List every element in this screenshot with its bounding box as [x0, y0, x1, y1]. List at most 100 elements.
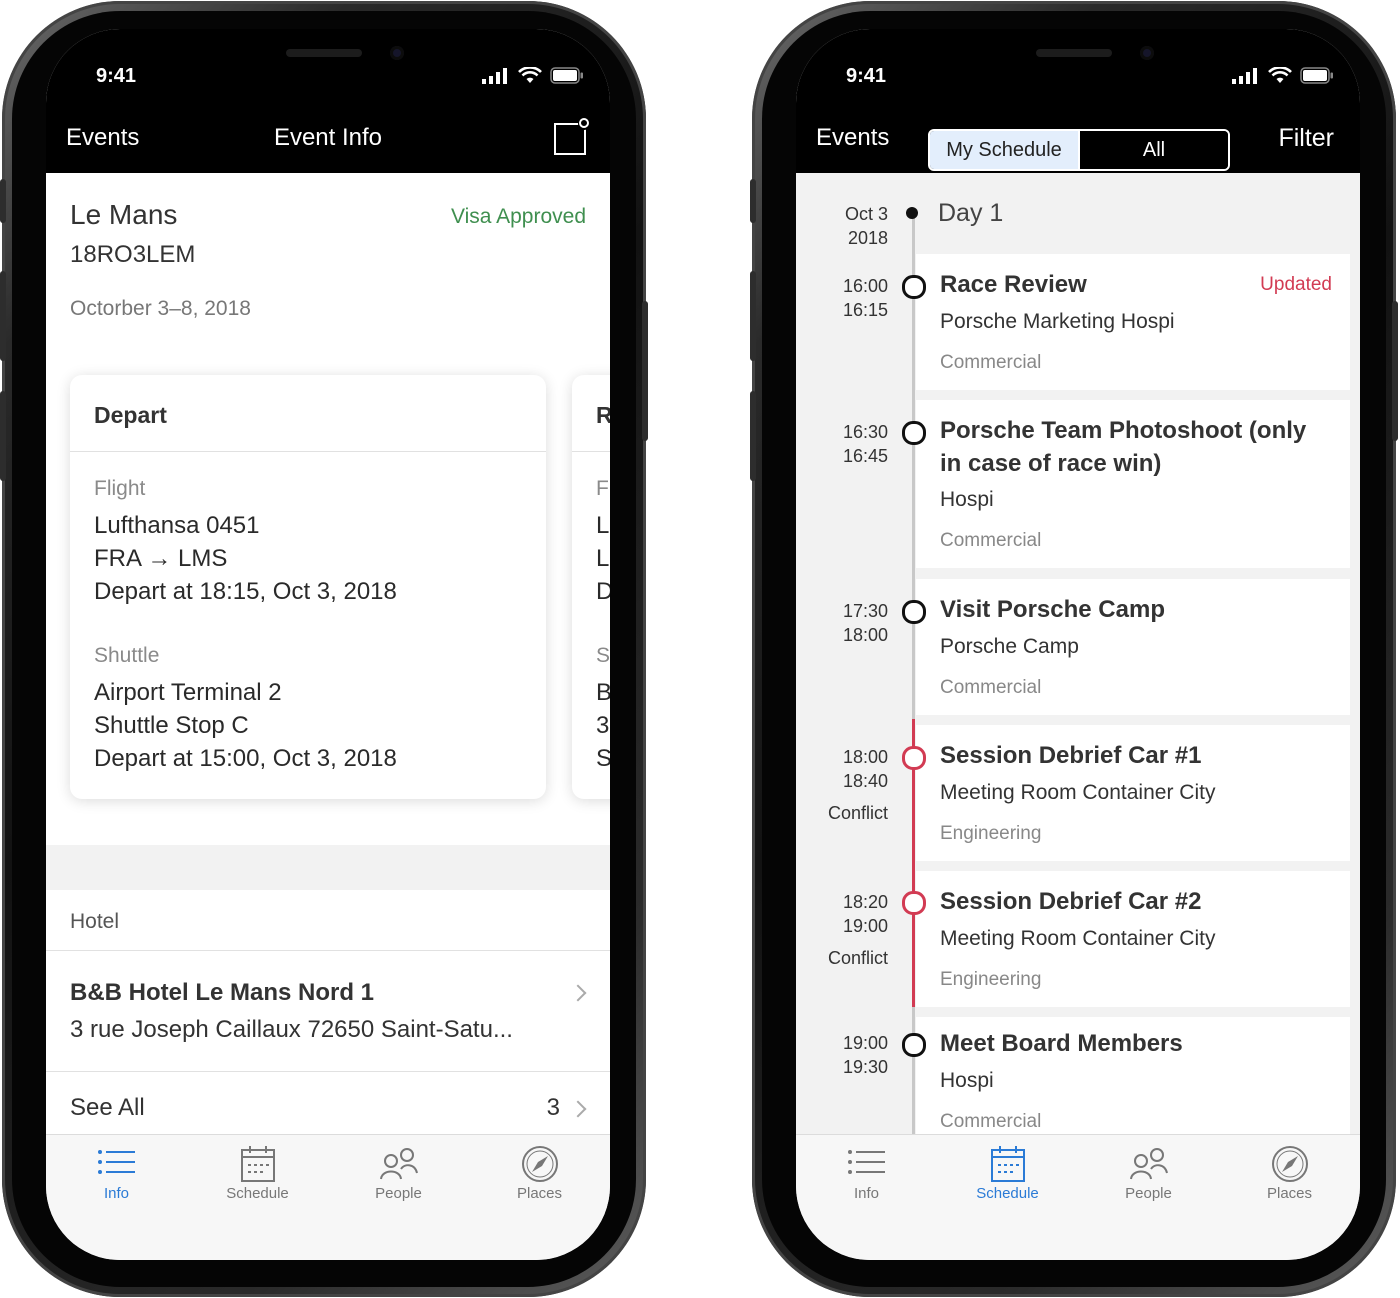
item-location: Meeting Room Container City [940, 927, 1216, 950]
flight-label: F [596, 477, 609, 500]
tab-info[interactable]: Info [796, 1135, 937, 1260]
hotel-section: Hotel B&B Hotel Le Mans Nord 1 3 rue Jos… [46, 890, 610, 1134]
filter-button[interactable]: Filter [1278, 124, 1334, 153]
shuttle-line: Airport Terminal 2 [94, 679, 282, 706]
hotel-name: B&B Hotel Le Mans Nord 1 [70, 979, 375, 1006]
item-start: 17:30 [842, 601, 888, 621]
tab-label: Schedule [976, 1185, 1039, 1202]
item-title: Porsche Team Photoshoot (only [940, 417, 1307, 444]
nav-bar: Events Event Info [46, 117, 610, 173]
item-end: 16:45 [842, 446, 888, 466]
tab-label: Info [103, 1185, 130, 1202]
item-end: 18:40 [842, 771, 888, 791]
phone-right: 9:41 Events My Schedule All Filter Oct 3… [750, 1, 1398, 1297]
flight-line: D [596, 578, 610, 605]
notch [170, 29, 486, 85]
people-icon [1129, 1148, 1168, 1180]
shuttle-line: Shuttle Stop C [94, 712, 249, 739]
schedule-item[interactable]: Session Debrief Car #1 Meeting Room Cont… [916, 725, 1350, 861]
event-summary: Le Mans 18RO3LEM Visa Approved Octorber … [46, 173, 610, 845]
item-end: 16:15 [842, 300, 888, 320]
event-name: Le Mans [70, 199, 178, 230]
phone-left: 9:41 Events Event Info Le Mans 18RO3LEM … [0, 1, 648, 1297]
people-icon [379, 1148, 418, 1180]
notch [920, 29, 1236, 85]
schedule-item[interactable]: Porsche Team Photoshoot (only in case of… [916, 400, 1350, 568]
tab-schedule[interactable]: Schedule [937, 1135, 1078, 1260]
tab-label: Schedule [226, 1185, 289, 1202]
conflict-label: Conflict [827, 803, 888, 823]
tab-places[interactable]: Places [469, 1135, 610, 1260]
tab-places[interactable]: Places [1219, 1135, 1360, 1260]
tab-bar: Info Schedule People Places [46, 1134, 610, 1260]
events-back-button[interactable]: Events [816, 124, 889, 152]
segment-my-schedule[interactable]: My Schedule [930, 131, 1078, 169]
wifi-icon [518, 67, 542, 83]
schedule-item[interactable]: Session Debrief Car #2 Meeting Room Cont… [916, 871, 1350, 1007]
volume-up-button [0, 271, 6, 361]
cellular-signal-icon [482, 67, 507, 84]
day-label: Day 1 [938, 199, 1004, 227]
item-location: Porsche Marketing Hospi [940, 310, 1175, 333]
updated-badge: Updated [1260, 274, 1332, 295]
item-title: Session Debrief Car #1 [940, 742, 1202, 769]
day-date: Oct 3 [844, 204, 888, 224]
power-button [642, 301, 648, 441]
shuttle-line: 3 [596, 712, 610, 739]
flight-label: Flight [94, 477, 146, 500]
item-category: Commercial [940, 530, 1042, 551]
page-title: Event Info [273, 124, 383, 151]
event-code: 18RO3LEM [70, 241, 196, 268]
schedule-item[interactable]: Visit Porsche Camp Porsche Camp Commerci… [916, 579, 1350, 715]
event-dates: Octorber 3–8, 2018 [70, 297, 251, 320]
mute-switch [0, 179, 6, 223]
tab-label: People [375, 1185, 422, 1202]
calendar-icon [240, 1146, 275, 1182]
new-note-icon[interactable] [552, 117, 592, 157]
item-title: in case of race win) [940, 450, 1162, 477]
battery-icon [550, 67, 583, 84]
schedule-list: Oct 3 2018 Day 1 Race Review Updated Por… [796, 173, 1360, 1134]
item-location: Porsche Camp [940, 635, 1079, 658]
compass-icon [521, 1146, 558, 1182]
screen-right: 9:41 Events My Schedule All Filter Oct 3… [796, 29, 1360, 1260]
day-year: 2018 [847, 228, 888, 248]
status-time: 9:41 [96, 65, 137, 87]
segment-all[interactable]: All [1078, 131, 1228, 169]
tab-label: People [1125, 1185, 1172, 1202]
item-location: Hospi [940, 488, 994, 511]
return-card[interactable]: R F L L D S B 3 S [572, 375, 610, 799]
shuttle-line: B [596, 679, 610, 706]
item-start: 16:00 [842, 276, 888, 296]
tab-schedule[interactable]: Schedule [187, 1135, 328, 1260]
shuttle-line: S [596, 745, 610, 772]
item-start: 18:00 [842, 747, 888, 767]
item-start: 16:30 [842, 422, 888, 442]
flight-line: L [596, 545, 610, 572]
item-location: Meeting Room Container City [940, 781, 1216, 804]
compass-icon [1271, 1146, 1308, 1182]
item-category: Commercial [940, 1111, 1042, 1132]
flight-line: Lufthansa 0451 [94, 512, 260, 539]
schedule-segmented-control: My Schedule All [928, 129, 1230, 171]
hotel-section-label: Hotel [70, 910, 120, 933]
tab-info[interactable]: Info [46, 1135, 187, 1260]
depart-card[interactable]: Depart Flight Lufthansa 0451 FRA → LMS D… [70, 375, 546, 799]
conflict-timeline-dot [902, 891, 926, 915]
list-icon [847, 1150, 885, 1174]
schedule-item[interactable]: Race Review Updated Porsche Marketing Ho… [916, 254, 1350, 390]
item-title: Visit Porsche Camp [940, 596, 1165, 623]
tab-label: Places [516, 1185, 563, 1202]
tab-label: Info [853, 1185, 880, 1202]
tab-people[interactable]: People [1078, 1135, 1219, 1260]
schedule-item[interactable]: Meet Board Members Hospi Commercial [916, 1017, 1350, 1134]
shuttle-label: S [596, 644, 610, 667]
flight-line: Depart at 18:15, Oct 3, 2018 [94, 578, 397, 605]
hotel-row[interactable]: B&B Hotel Le Mans Nord 1 3 rue Joseph Ca… [46, 951, 610, 1071]
shuttle-label: Shuttle [94, 644, 160, 667]
see-all-label: See All [70, 1094, 145, 1121]
see-all-row[interactable]: See All 3 [46, 1072, 610, 1134]
flight-line: L [596, 512, 610, 539]
tab-people[interactable]: People [328, 1135, 469, 1260]
item-end: 19:30 [842, 1057, 888, 1077]
